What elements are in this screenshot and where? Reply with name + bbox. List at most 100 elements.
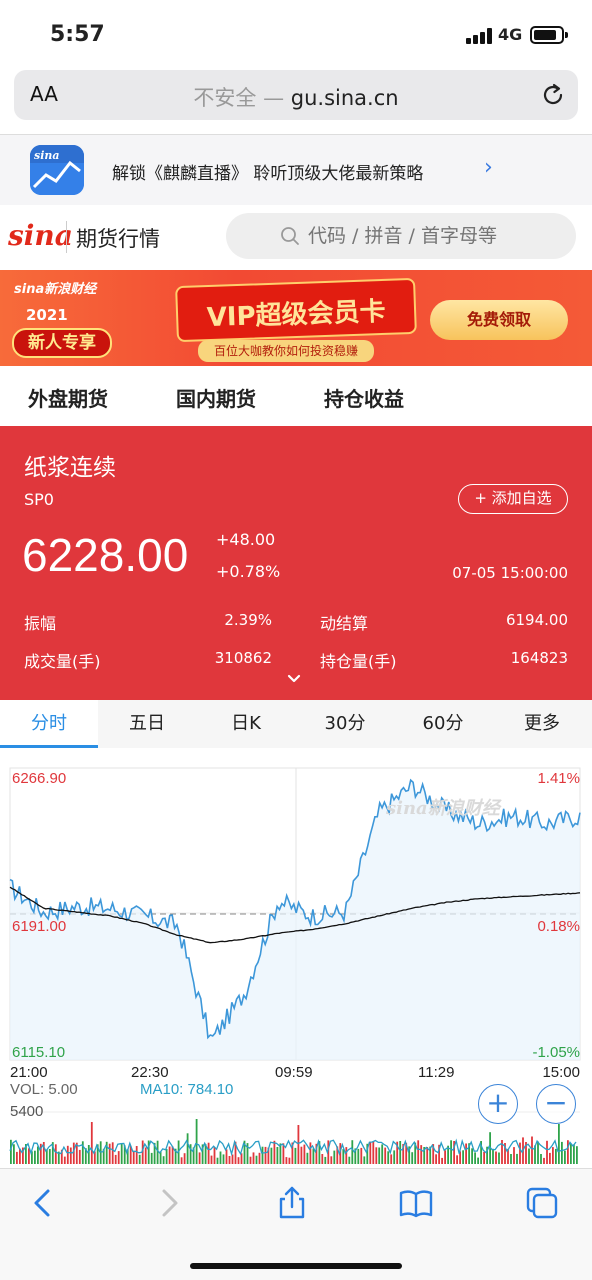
volume-bar: [264, 1146, 267, 1164]
volume-bar: [567, 1140, 569, 1164]
volume-bar: [28, 1148, 30, 1164]
volume-bar: [303, 1144, 306, 1164]
volume-bar: [360, 1147, 363, 1164]
volume-bar: [576, 1146, 578, 1164]
app-banner-text: 解锁《麒麟直播》 聆听顶级大佬最新策略: [112, 164, 424, 184]
volume-bar: [387, 1151, 390, 1164]
zoom-out-button[interactable]: −: [536, 1084, 576, 1124]
url-separator: —: [256, 86, 291, 110]
url-display[interactable]: 不安全 — gu.sina.cn: [14, 82, 578, 112]
volume-bar: [168, 1146, 171, 1164]
volume-bar: [306, 1152, 309, 1164]
pct-ref-label: 0.18%: [537, 918, 580, 935]
stat-label-settlement: 动结算: [320, 614, 369, 633]
volume-bar: [372, 1141, 375, 1164]
volume-bar: [216, 1157, 219, 1164]
volume-bar: [465, 1143, 467, 1164]
reload-icon[interactable]: [540, 82, 566, 108]
browser-toolbar: [0, 1168, 592, 1280]
add-watchlist-button[interactable]: + 添加自选: [458, 484, 568, 514]
divider: [66, 221, 67, 253]
back-icon[interactable]: [26, 1185, 62, 1221]
page-title: 期货行情: [76, 227, 160, 251]
volume-bar: [34, 1150, 36, 1164]
volume-bar: [384, 1147, 387, 1164]
volume-bar: [99, 1141, 102, 1164]
volume-bar: [285, 1157, 288, 1164]
volume-bar: [348, 1156, 351, 1164]
volume-bar: [441, 1157, 443, 1164]
bookmarks-icon[interactable]: [398, 1185, 434, 1221]
volume-bar: [495, 1151, 497, 1164]
volume-bar: [561, 1141, 563, 1164]
volume-bar: [90, 1122, 93, 1164]
volume-bar: [381, 1144, 384, 1164]
zoom-in-button[interactable]: +: [478, 1084, 518, 1124]
app-promo-banner[interactable]: sina 解锁《麒麟直播》 聆听顶级大佬最新策略 ›: [0, 135, 592, 205]
forward-icon[interactable]: [150, 1185, 186, 1221]
search-box[interactable]: [226, 213, 576, 259]
volume-bar: [516, 1153, 518, 1164]
intraday-chart[interactable]: sina新浪财经 6266.90 6191.00 6115.10 1.41% 0…: [0, 748, 592, 1168]
volume-bar: [69, 1147, 72, 1164]
instrument-name: 纸浆连续: [24, 455, 116, 481]
volume-bar: [276, 1147, 279, 1164]
volume-bar: [333, 1150, 336, 1164]
tab-daily-k[interactable]: 日K: [197, 700, 295, 748]
volume-bar: [37, 1146, 39, 1164]
volume-bar: [531, 1136, 533, 1164]
status-bar: 5:57 4G: [0, 0, 592, 70]
volume-bar: [483, 1151, 485, 1164]
pct-high-label: 1.41%: [537, 770, 580, 787]
free-claim-button[interactable]: 免费领取: [430, 300, 568, 340]
volume-bar: [573, 1144, 575, 1164]
volume-bar: [546, 1140, 548, 1164]
volume-bar: [570, 1144, 572, 1164]
tabs-icon[interactable]: [524, 1185, 560, 1221]
tab-more[interactable]: 更多: [493, 700, 591, 748]
volume-bar: [108, 1143, 111, 1164]
volume-bar: [54, 1144, 57, 1164]
stat-value-open-interest: 164823: [510, 649, 568, 667]
tab-60min[interactable]: 60分: [394, 700, 492, 748]
volume-bar: [261, 1146, 264, 1164]
volume-bar: [558, 1124, 560, 1164]
volume-bar: [78, 1149, 81, 1164]
share-icon[interactable]: [274, 1185, 310, 1221]
pct-low-label: -1.05%: [532, 1044, 580, 1061]
tab-domestic-futures[interactable]: 国内期货: [176, 383, 256, 412]
volume-label: VOL: 5.00: [10, 1081, 78, 1098]
vip-card-subtitle: 百位大咖教你如何投资稳赚: [198, 340, 374, 362]
volume-bar: [312, 1148, 315, 1164]
expand-chevron-icon[interactable]: [287, 672, 301, 686]
battery-icon: [530, 26, 568, 44]
volume-bar: [237, 1157, 240, 1164]
volume-bar: [330, 1156, 333, 1164]
volume-bar: [66, 1145, 69, 1164]
volume-bar: [183, 1153, 186, 1164]
volume-bar: [537, 1141, 539, 1164]
volume-bar: [162, 1156, 165, 1164]
volume-bar: [369, 1142, 372, 1164]
volume-bar: [357, 1148, 360, 1164]
search-input[interactable]: [308, 219, 558, 253]
volume-bar: [393, 1150, 396, 1164]
volume-bar: [390, 1154, 393, 1164]
volume-bar: [222, 1154, 225, 1164]
volume-bar: [549, 1152, 551, 1164]
tab-five-day[interactable]: 五日: [98, 700, 196, 748]
tab-position-profit[interactable]: 持仓收益: [324, 383, 404, 412]
volume-bar: [228, 1156, 231, 1164]
tab-intraday[interactable]: 分时: [0, 700, 98, 748]
address-bar[interactable]: AA 不安全 — gu.sina.cn: [14, 70, 578, 120]
volume-bar: [150, 1152, 153, 1164]
vip-promo-banner[interactable]: sina新浪财经 2021 新人专享 VIP超级会员卡 百位大咖教你如何投资稳赚…: [0, 270, 592, 366]
tab-foreign-futures[interactable]: 外盘期货: [28, 383, 108, 412]
tab-30min[interactable]: 30分: [296, 700, 394, 748]
volume-bar: [297, 1125, 300, 1164]
price-high-label: 6266.90: [12, 770, 67, 787]
volume-bar: [378, 1147, 381, 1164]
volume-bar: [555, 1148, 557, 1164]
sina-logo[interactable]: sina: [8, 219, 73, 252]
volume-bar: [63, 1156, 66, 1164]
